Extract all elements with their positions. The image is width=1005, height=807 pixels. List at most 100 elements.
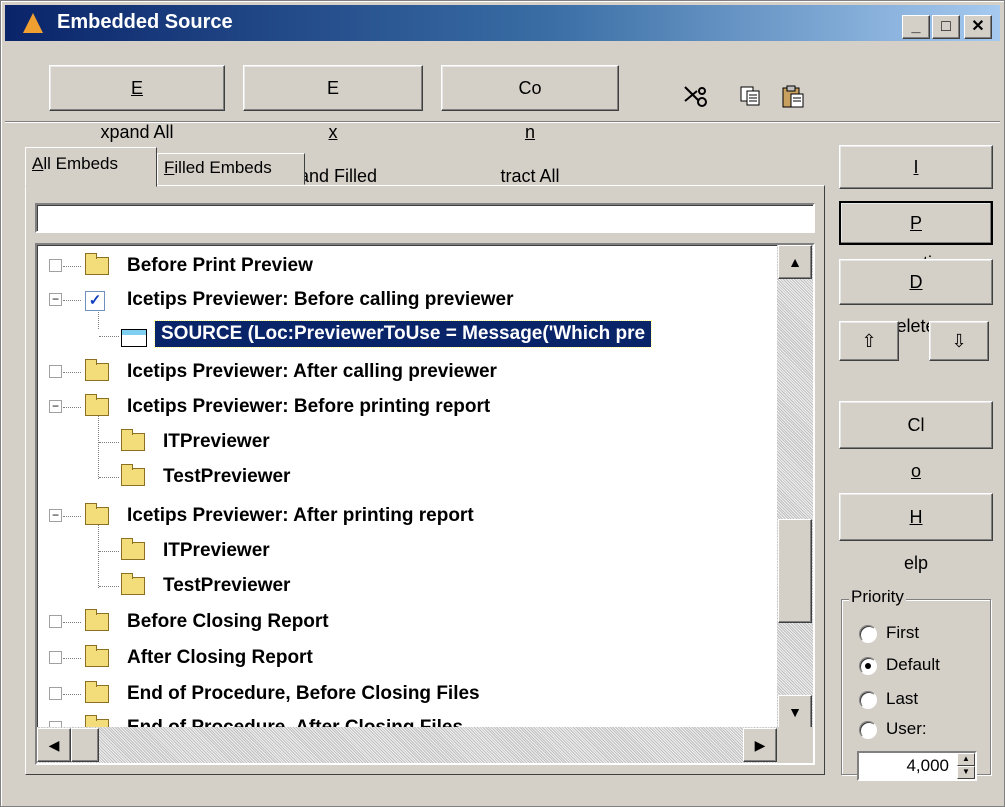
folder-icon (121, 538, 145, 560)
tree-row-label: After Closing Report (127, 647, 313, 668)
vertical-scrollbar[interactable]: ▲ ▼ (777, 245, 813, 729)
filter-input[interactable] (35, 203, 815, 233)
tree-connector (63, 694, 81, 695)
folder-icon (121, 429, 145, 451)
tree-connector (99, 477, 119, 478)
tree-connector (63, 516, 81, 517)
embed-tree[interactable]: Before Print Preview − ✓ Icetips Preview… (35, 243, 815, 765)
scroll-left-button[interactable]: ◀ (37, 728, 71, 762)
tree-connector (63, 372, 81, 373)
folder-icon (85, 394, 109, 416)
folder-icon (85, 645, 109, 667)
scroll-corner (777, 727, 813, 763)
maximize-button[interactable]: □ (932, 15, 960, 39)
priority-user-label: User: (886, 719, 927, 738)
toolbar-separator (5, 121, 1000, 123)
folder-icon (85, 681, 109, 703)
expander[interactable] (49, 615, 62, 628)
help-button[interactable]: Help (839, 493, 993, 573)
tree-row[interactable]: ITPreviewer (37, 534, 777, 568)
tree-row-label: Icetips Previewer: After calling preview… (127, 361, 497, 382)
tree-row-label: Before Print Preview (127, 255, 313, 276)
folder-icon (85, 253, 109, 275)
tree-row[interactable]: After Closing Report (37, 641, 777, 675)
priority-first-radio[interactable] (859, 625, 877, 643)
tree-row[interactable]: TestPreviewer (37, 569, 777, 603)
folder-icon (85, 503, 109, 525)
folder-icon (121, 464, 145, 486)
tree-connector (99, 442, 119, 443)
tree-row[interactable]: Before Closing Report (37, 605, 777, 639)
collapse-icon[interactable]: − (49, 509, 62, 522)
embedded-source-window: Embedded Source _ □ ✕ Expand All Ex pand … (0, 0, 1005, 807)
scroll-thumb[interactable] (778, 519, 812, 623)
tree-row-label: TestPreviewer (163, 575, 291, 596)
source-icon (121, 329, 147, 347)
move-down-icon: ⇩ (951, 331, 967, 351)
move-up-button[interactable]: ⇧ (839, 321, 899, 361)
priority-default-label: Default (886, 655, 940, 674)
tree-row-label: Icetips Previewer: After printing report (127, 505, 474, 526)
minimize-button[interactable]: _ (902, 15, 930, 39)
spin-up-icon[interactable]: ▲ (957, 753, 975, 766)
close-window-button[interactable]: ✕ (964, 15, 992, 39)
tree-row-label: ITPreviewer (163, 431, 270, 452)
cut-icon[interactable] (683, 85, 709, 113)
hscroll-thumb[interactable] (71, 728, 99, 762)
scroll-right-button[interactable]: ▶ (743, 728, 777, 762)
collapse-icon[interactable]: − (49, 293, 62, 306)
tree-connector (63, 622, 81, 623)
title-bar[interactable]: Embedded Source _ □ ✕ (5, 5, 1000, 41)
tree-row-selected[interactable]: SOURCE (Loc:PreviewerToUse = Message('Wh… (37, 319, 777, 353)
folder-icon (121, 573, 145, 595)
scroll-up-button[interactable]: ▲ (778, 245, 812, 279)
properties-button[interactable]: Properties (839, 201, 993, 273)
tree-connector (63, 266, 81, 267)
priority-last-radio[interactable] (859, 691, 877, 709)
expander[interactable] (49, 651, 62, 664)
delete-button[interactable]: Delete (839, 259, 993, 336)
folder-icon (85, 609, 109, 631)
tree-row[interactable]: − Icetips Previewer: Before printing rep… (37, 390, 777, 424)
tree-row-label: SOURCE (Loc:PreviewerToUse = Message('Wh… (153, 320, 653, 348)
priority-user-radio[interactable] (859, 721, 877, 739)
expander[interactable] (49, 259, 62, 272)
priority-default-radio[interactable] (859, 657, 877, 675)
move-down-button[interactable]: ⇩ (929, 321, 989, 361)
tree-connector (99, 336, 119, 337)
copy-icon[interactable] (739, 85, 763, 113)
tree-row[interactable]: − Icetips Previewer: After printing repo… (37, 499, 777, 533)
tree-row[interactable]: Before Print Preview (37, 249, 777, 283)
contract-all-button[interactable]: Co n tract All (441, 65, 619, 186)
window-title: Embedded Source (57, 11, 233, 33)
tree-row[interactable]: − ✓ Icetips Previewer: Before calling pr… (37, 283, 777, 317)
horizontal-scrollbar[interactable]: ◀ ▶ (37, 727, 777, 763)
expand-filled-button[interactable]: Ex pand Filled (243, 65, 423, 186)
paste-icon[interactable] (781, 85, 807, 115)
tree-connector (63, 300, 81, 301)
scroll-down-button[interactable]: ▼ (778, 695, 812, 729)
tree-row[interactable]: Icetips Previewer: After calling preview… (37, 355, 777, 389)
expander[interactable] (49, 687, 62, 700)
tree-row-label: End of Procedure, Before Closing Files (127, 683, 480, 704)
tab-all-embeds[interactable]: All Embeds (25, 147, 157, 187)
tree-row[interactable]: End of Procedure, Before Closing Files (37, 677, 777, 711)
move-up-icon: ⇧ (861, 331, 877, 351)
folder-icon (85, 359, 109, 381)
tree-row-label: ITPreviewer (163, 540, 270, 561)
app-icon (23, 13, 43, 33)
expander[interactable] (49, 365, 62, 378)
priority-spinner[interactable]: ▲ ▼ (957, 753, 975, 779)
priority-last-label: Last (886, 689, 919, 708)
tree-row[interactable]: ITPreviewer (37, 425, 777, 459)
tree-connector (99, 551, 119, 552)
close-button[interactable]: Close (839, 401, 993, 527)
checked-folder-icon: ✓ (85, 291, 105, 311)
insert-button[interactable]: Insert (839, 145, 993, 219)
collapse-icon[interactable]: − (49, 400, 62, 413)
expand-all-button[interactable]: Expand All (49, 65, 225, 142)
tree-connector (63, 658, 81, 659)
spin-down-icon[interactable]: ▼ (957, 766, 975, 779)
tab-filled-embeds[interactable]: Filled Embeds (157, 153, 305, 185)
tree-row[interactable]: TestPreviewer (37, 460, 777, 494)
